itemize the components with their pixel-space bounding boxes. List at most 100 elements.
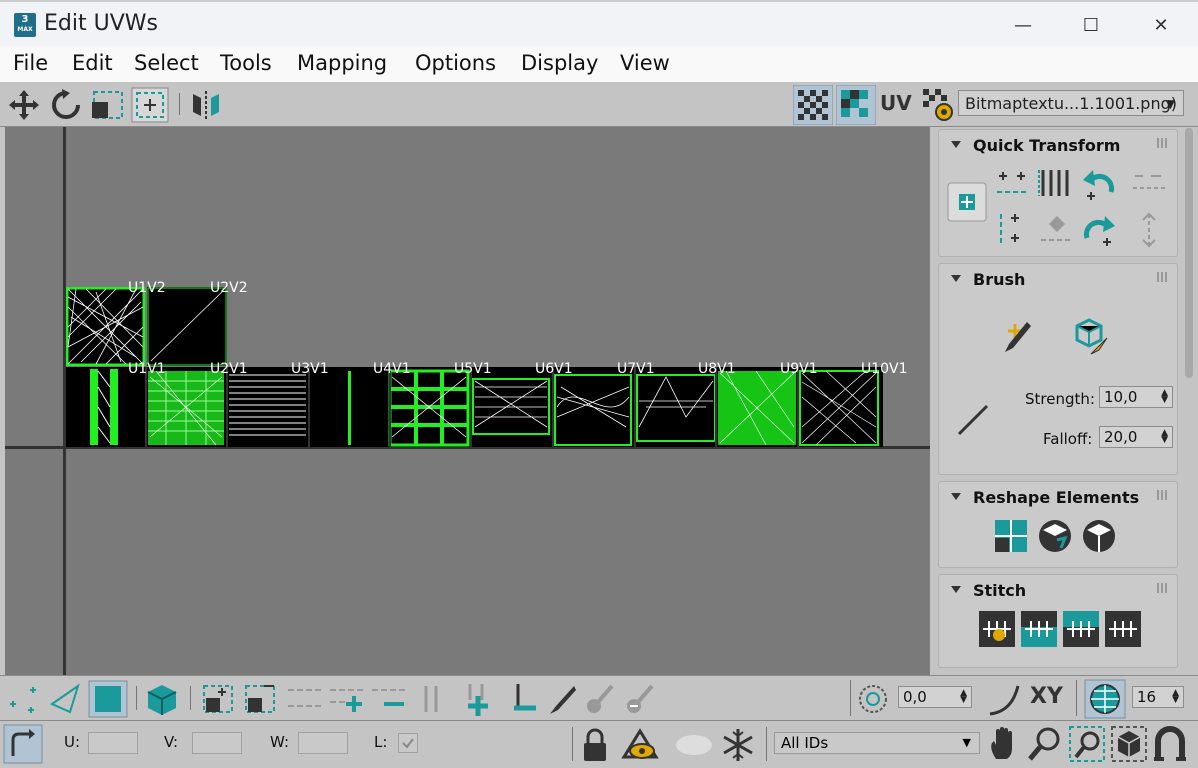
lock-selection-icon[interactable] [580, 727, 610, 763]
panel-scroll-thumb[interactable] [1185, 128, 1193, 378]
stitch-to-target-icon[interactable] [1021, 611, 1057, 647]
maximize-button[interactable]: ☐ [1068, 12, 1114, 42]
material-id-dropdown[interactable]: All IDs ▼ [774, 732, 980, 754]
menu-file[interactable]: File [13, 51, 48, 75]
filter-selected-faces-icon[interactable] [620, 727, 660, 763]
collapse-triangle-icon[interactable] [951, 275, 961, 282]
relax-icon[interactable] [1035, 516, 1075, 556]
collapse-triangle-icon[interactable] [951, 493, 961, 500]
rotate-icon[interactable] [49, 88, 83, 122]
l-label: L: [374, 733, 388, 751]
v-field[interactable] [192, 732, 242, 754]
material-id-value: All IDs [781, 734, 829, 752]
uv-wireframe [147, 287, 227, 366]
tile-label: U9V1 [780, 361, 818, 377]
grip-icon[interactable] [1157, 138, 1167, 148]
shrink-loop-icon[interactable] [370, 684, 410, 714]
grip-icon[interactable] [1157, 272, 1167, 282]
xy-label[interactable]: XY [1030, 684, 1063, 709]
rollout-title[interactable]: Quick Transform [973, 136, 1120, 155]
grip-icon[interactable] [1157, 490, 1167, 500]
rollout-title[interactable]: Stitch [973, 581, 1026, 600]
straighten-disabled-icon [1133, 175, 1165, 189]
menu-view[interactable]: View [620, 51, 670, 75]
minimize-button[interactable]: — [1000, 12, 1046, 42]
menu-select[interactable]: Select [134, 51, 199, 75]
grow-selection-icon[interactable] [200, 682, 238, 716]
w-field[interactable] [298, 732, 348, 754]
dropdown-arrow-icon: ▼ [962, 736, 971, 749]
relax-settings-icon[interactable] [1079, 516, 1119, 556]
grow-loop-icon[interactable] [328, 684, 368, 714]
paint-move-icon[interactable] [997, 316, 1039, 356]
menu-edit[interactable]: Edit [72, 51, 113, 75]
texture-dropdown[interactable]: Bitmaptextu...1.1001.png) ▼ [958, 90, 1184, 116]
align-horizontal-icon[interactable] [993, 164, 1035, 204]
space-vertical-icon[interactable] [1037, 164, 1077, 204]
set-pivot-icon[interactable] [947, 182, 987, 222]
zoom-extents-icon[interactable] [1110, 725, 1148, 763]
tile-label: U7V1 [617, 361, 655, 377]
falloff-spinner[interactable]: 20,0 ▲ ▼ [1099, 426, 1173, 448]
shrink-ring-icon[interactable] [504, 682, 544, 718]
toolbar-separator [572, 727, 573, 761]
freeze-icon[interactable] [720, 727, 756, 763]
polygon-mode-icon[interactable] [88, 680, 128, 718]
zoom-region-icon[interactable] [1068, 725, 1106, 763]
stitch-average-icon[interactable] [1063, 611, 1099, 647]
rotate-cw-icon[interactable] [1079, 210, 1119, 250]
checker-pattern-icon[interactable] [793, 85, 833, 125]
tile-label: U5V1 [454, 361, 492, 377]
soft-select-icon[interactable] [856, 682, 890, 716]
vertex-mode-icon[interactable] [6, 682, 42, 716]
straighten-selection-icon[interactable] [991, 516, 1031, 556]
menu-mapping[interactable]: Mapping [297, 51, 387, 75]
snap-toggle-icon[interactable] [1152, 725, 1192, 763]
falloff-type-icon[interactable] [986, 682, 1022, 716]
soft-select-spinner[interactable]: 0,0 ▲ ▼ [898, 686, 972, 708]
strength-spinner[interactable]: 10,0 ▲ ▼ [1099, 386, 1173, 408]
menu-options[interactable]: Options [415, 51, 496, 75]
rollout-title[interactable]: Brush [973, 270, 1025, 289]
element-mode-icon[interactable] [144, 682, 182, 716]
uv-viewport[interactable]: U1V2 U2V2 U1V1 U2V1 U3V1 U4V1 U5V1 U6V1 … [5, 127, 930, 675]
paint-select-icon[interactable] [544, 682, 580, 716]
tile-label: U2V1 [210, 361, 248, 377]
align-vertical-icon[interactable] [993, 210, 1035, 250]
paint-relax-icon[interactable] [1069, 316, 1111, 356]
stitch-custom-icon[interactable] [979, 611, 1015, 647]
pan-icon[interactable] [986, 725, 1022, 763]
falloff-curve-icon[interactable] [953, 400, 993, 440]
uv-axis-label[interactable]: UV [880, 91, 912, 115]
freeform-mode-icon[interactable] [131, 87, 169, 123]
toolbar-separator [136, 686, 137, 710]
selection-toolbar: 0,0 ▲ ▼ XY 16 ▲ ▼ [0, 675, 1198, 721]
move-icon[interactable] [7, 88, 41, 122]
stitch-to-source-icon[interactable] [1105, 611, 1141, 647]
scale-icon[interactable] [90, 88, 126, 122]
u-field[interactable] [88, 732, 138, 754]
edge-mode-icon[interactable] [48, 682, 84, 716]
menu-display[interactable]: Display [521, 51, 598, 75]
collapse-triangle-icon[interactable] [951, 586, 961, 593]
absolute-offset-icon[interactable] [3, 724, 43, 764]
tile-label: U2V2 [210, 280, 248, 296]
grow-ring-icon[interactable] [458, 682, 498, 718]
collapse-triangle-icon[interactable] [951, 141, 961, 148]
shrink-selection-icon[interactable] [242, 682, 280, 716]
command-panel: Quick Transform Brush Strength: 10,0 ▲ ▼… [934, 127, 1186, 672]
texture-settings-icon[interactable] [920, 85, 956, 123]
rollout-title[interactable]: Reshape Elements [973, 488, 1139, 507]
mirror-icon[interactable] [187, 88, 225, 122]
show-map-icon[interactable] [836, 85, 876, 125]
space-disabled-icon [1142, 212, 1156, 248]
zoom-icon[interactable] [1026, 725, 1064, 763]
menu-tools[interactable]: Tools [220, 51, 272, 75]
rollout-quick-transform: Quick Transform [938, 129, 1178, 257]
grid-size-spinner[interactable]: 16 ▲ ▼ [1132, 686, 1184, 708]
grip-icon[interactable] [1157, 583, 1167, 593]
rotate-ccw-icon[interactable] [1079, 164, 1119, 204]
close-button[interactable]: ✕ [1138, 12, 1184, 42]
grid-snap-icon[interactable] [1084, 679, 1126, 719]
lock-checkbox[interactable] [398, 733, 418, 753]
